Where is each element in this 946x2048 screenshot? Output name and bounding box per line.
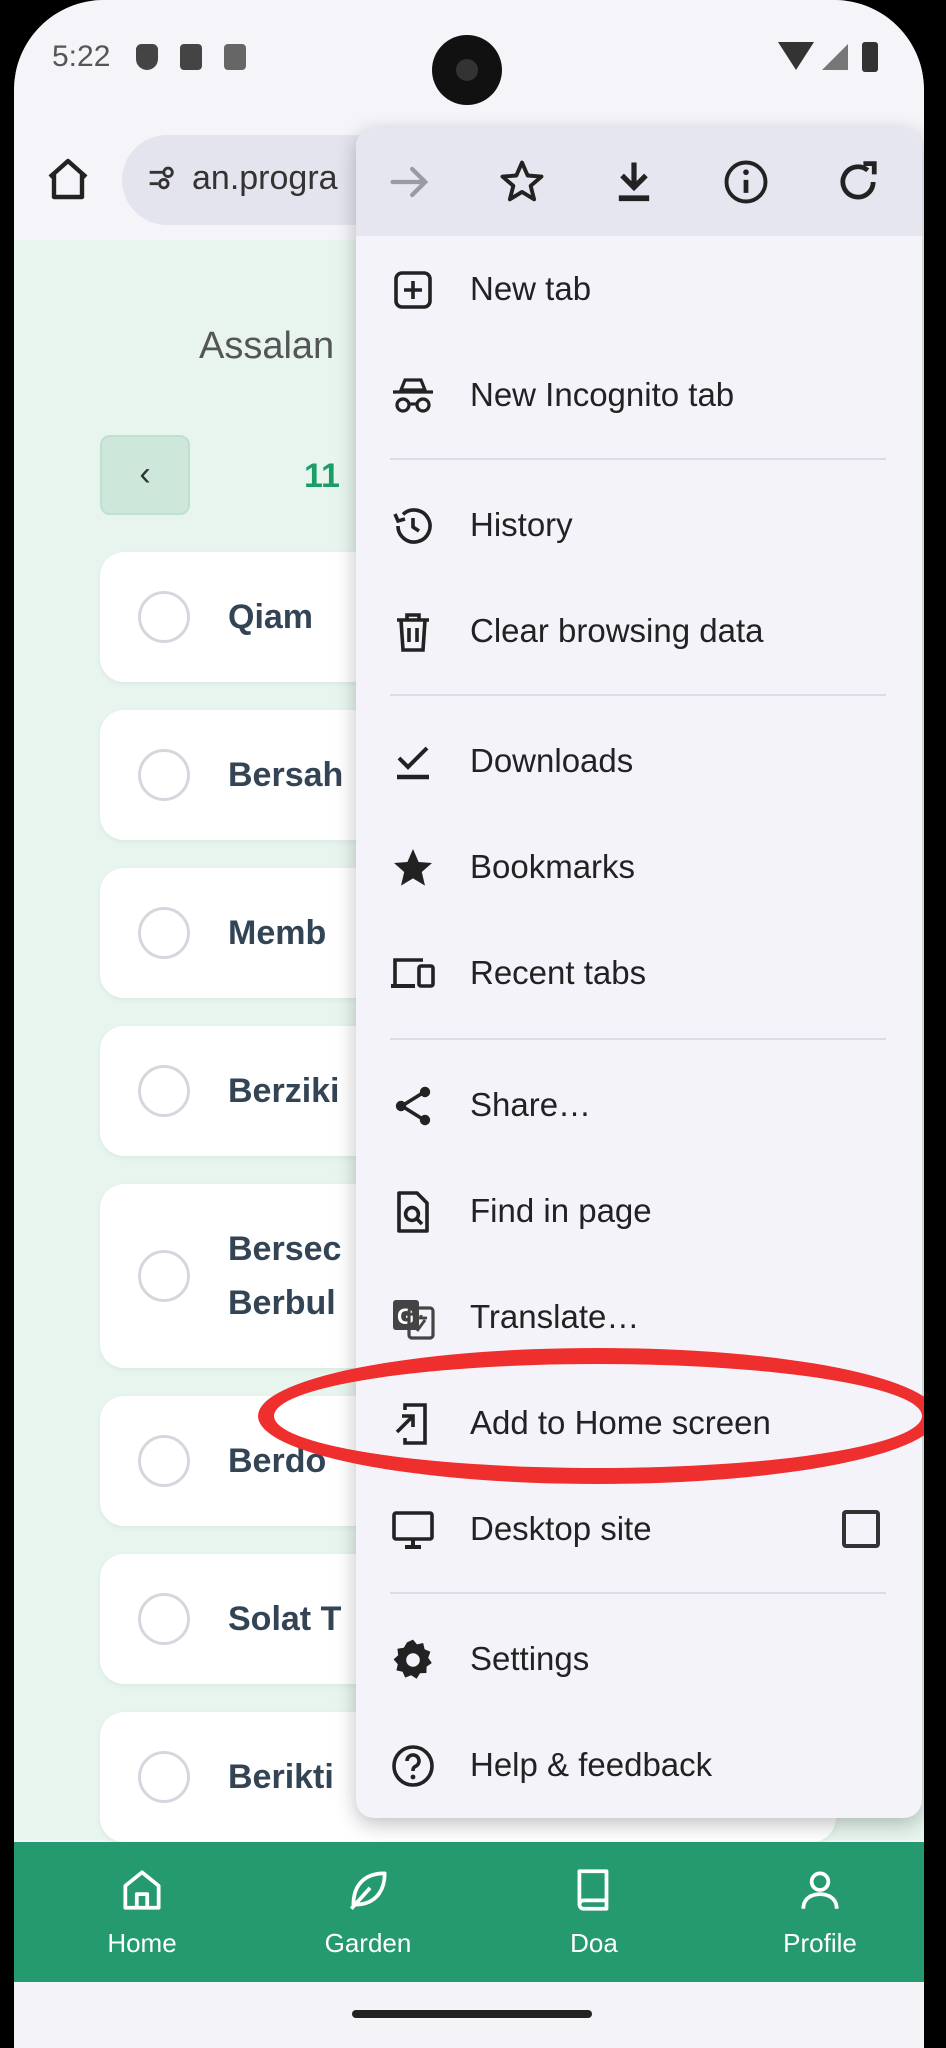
find-icon — [397, 1191, 429, 1233]
task-label: Berziki — [228, 1072, 340, 1110]
share-icon — [395, 1086, 431, 1126]
status-time: 5:22 — [52, 40, 111, 73]
task-checkbox[interactable] — [138, 749, 190, 801]
status-bar: 5:22 — [14, 0, 924, 110]
wifi-icon — [778, 42, 814, 70]
menu-bookmarks[interactable]: Bookmarks — [356, 820, 922, 916]
menu-help-feedback-label: Help & feedback — [470, 1746, 713, 1783]
shield-icon — [136, 44, 158, 70]
downloads-icon — [397, 746, 429, 780]
menu-new-tab[interactable]: New tab — [356, 242, 922, 338]
download-icon[interactable] — [608, 156, 660, 208]
translate-icon: G — [393, 1300, 435, 1340]
menu-help-feedback[interactable]: Help & feedback — [356, 1718, 922, 1814]
leaf-icon — [349, 1871, 387, 1911]
bottom-navigation: Home Garden Doa Profile — [14, 1842, 924, 1982]
menu-settings-label: Settings — [470, 1640, 590, 1677]
menu-clear-browsing-data-label: Clear browsing data — [470, 612, 764, 649]
menu-find-in-page[interactable]: Find in page — [356, 1164, 922, 1260]
phone-screen: 5:22 an.progra Assalan ‹ 11 Qiam Bersah … — [14, 0, 924, 2048]
desktop-icon — [392, 1511, 434, 1549]
annotation-highlight-ellipse — [258, 1348, 924, 1484]
nav-profile-label: Profile — [783, 1928, 857, 1958]
menu-new-tab-label: New tab — [470, 270, 592, 307]
history-icon — [393, 508, 432, 544]
task-label: Berikti — [228, 1758, 334, 1796]
task-label: Solat T — [228, 1600, 342, 1638]
menu-desktop-site-label: Desktop site — [470, 1510, 652, 1547]
settings-icon — [393, 1639, 432, 1679]
menu-divider — [390, 1038, 886, 1040]
info-icon[interactable] — [720, 156, 772, 208]
menu-find-in-page-label: Find in page — [470, 1192, 652, 1229]
task-label: Berbul — [228, 1284, 336, 1322]
nav-doa[interactable]: Doa — [504, 1842, 684, 1982]
menu-new-incognito-tab[interactable]: New Incognito tab — [356, 348, 922, 444]
person-icon — [801, 1871, 839, 1909]
forward-icon[interactable] — [384, 156, 436, 208]
gesture-handle[interactable] — [352, 2010, 592, 2018]
app-notification-icon — [224, 44, 246, 70]
nav-home[interactable]: Home — [52, 1842, 232, 1982]
nav-garden-label: Garden — [324, 1928, 412, 1958]
book-icon — [577, 1869, 609, 1911]
task-checkbox[interactable] — [138, 1593, 190, 1645]
bookmark-star-icon — [394, 849, 432, 886]
refresh-icon[interactable] — [832, 156, 884, 208]
menu-recent-tabs-label: Recent tabs — [470, 954, 647, 991]
nav-doa-label: Doa — [570, 1928, 618, 1958]
home-icon — [48, 158, 88, 200]
menu-downloads[interactable]: Downloads — [356, 714, 922, 810]
url-text: an.progra — [192, 159, 338, 197]
task-label: Memb — [228, 914, 327, 952]
menu-new-incognito-tab-label: New Incognito tab — [470, 376, 735, 413]
menu-translate-label: Translate… — [470, 1298, 640, 1335]
greeting-text: Assalan — [199, 325, 335, 367]
menu-history[interactable]: History — [356, 478, 922, 574]
task-label: Qiam — [228, 598, 314, 636]
previous-date-button[interactable]: ‹ — [100, 435, 190, 515]
menu-recent-tabs[interactable]: Recent tabs — [356, 926, 922, 1022]
menu-history-label: History — [470, 506, 573, 543]
nav-home-label: Home — [107, 1928, 177, 1958]
help-icon — [392, 1745, 434, 1787]
trash-icon — [397, 613, 429, 652]
menu-action-row — [356, 128, 922, 236]
task-checkbox[interactable] — [138, 1751, 190, 1803]
devices-icon — [391, 958, 435, 988]
task-label: Bersec — [228, 1230, 342, 1268]
new-tab-icon — [394, 271, 432, 309]
menu-bookmarks-label: Bookmarks — [470, 848, 636, 885]
menu-settings[interactable]: Settings — [356, 1612, 922, 1708]
date-label: 11 — [304, 457, 340, 495]
browser-overflow-menu: New tab New Incognito tab History Clear … — [356, 128, 922, 1818]
task-checkbox[interactable] — [138, 907, 190, 959]
menu-share-label: Share… — [470, 1086, 592, 1123]
battery-icon — [862, 42, 878, 72]
home-button[interactable] — [44, 155, 92, 212]
menu-divider — [390, 458, 886, 460]
task-checkbox[interactable] — [138, 591, 190, 643]
task-checkbox[interactable] — [138, 1435, 190, 1487]
menu-divider — [390, 694, 886, 696]
task-checkbox[interactable] — [138, 1065, 190, 1117]
task-checkbox[interactable] — [138, 1250, 190, 1302]
task-label: Bersah — [228, 756, 344, 794]
nav-profile[interactable]: Profile — [730, 1842, 910, 1982]
sd-card-icon — [180, 44, 202, 70]
desktop-site-checkbox[interactable] — [842, 1510, 880, 1548]
menu-clear-browsing-data[interactable]: Clear browsing data — [356, 584, 922, 680]
menu-downloads-label: Downloads — [470, 742, 634, 779]
menu-desktop-site[interactable]: Desktop site — [356, 1482, 922, 1578]
home-icon — [123, 1870, 161, 1910]
incognito-icon — [393, 378, 433, 413]
menu-divider — [390, 1592, 886, 1594]
signal-icon — [822, 44, 848, 70]
star-icon[interactable] — [496, 156, 548, 208]
front-camera — [432, 35, 502, 105]
site-settings-icon[interactable] — [144, 161, 178, 203]
nav-garden[interactable]: Garden — [278, 1842, 458, 1982]
menu-share[interactable]: Share… — [356, 1058, 922, 1154]
